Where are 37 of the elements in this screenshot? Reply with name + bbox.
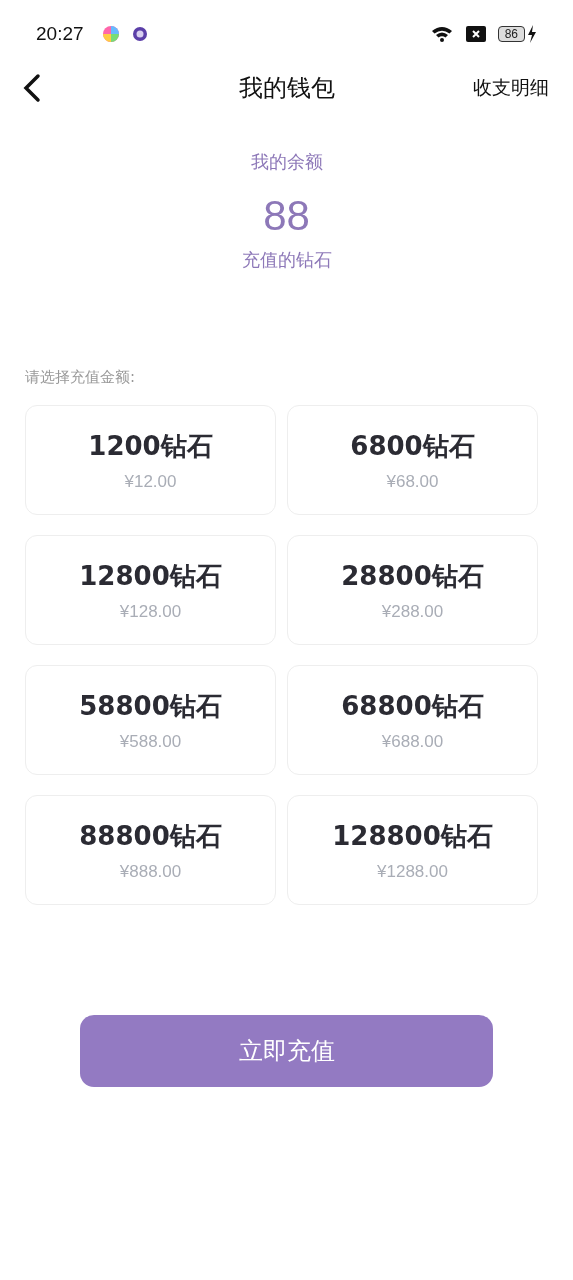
balance-unit: 充值的钻石 xyxy=(241,248,332,272)
package-price: ¥588.00 xyxy=(119,731,182,752)
app-icon xyxy=(101,25,120,43)
diamond-amount: 128800钻石 xyxy=(332,819,493,853)
package-card[interactable]: 12800钻石 ¥128.00 xyxy=(25,535,276,645)
page-title: 我的钱包 xyxy=(238,74,335,102)
back-button[interactable] xyxy=(22,73,42,103)
package-price: ¥888.00 xyxy=(119,861,182,882)
app-icon xyxy=(131,26,148,42)
diamond-amount: 1200钻石 xyxy=(88,429,213,463)
package-card[interactable]: 88800钻石 ¥888.00 xyxy=(25,795,276,905)
balance-label: 我的余额 xyxy=(250,150,323,174)
package-card[interactable]: 6800钻石 ¥68.00 xyxy=(287,405,538,515)
sim-off-icon xyxy=(465,26,486,42)
balance-amount: 88 xyxy=(263,192,310,240)
package-price: ¥68.00 xyxy=(386,471,439,492)
battery-indicator: 86 xyxy=(497,25,537,43)
transactions-link[interactable]: 收支明细 xyxy=(473,75,549,101)
package-price: ¥128.00 xyxy=(119,601,182,622)
package-card[interactable]: 1200钻石 ¥12.00 xyxy=(25,405,276,515)
status-time: 20:27 xyxy=(36,23,84,45)
recharge-button[interactable]: 立即充值 xyxy=(80,1015,493,1087)
diamond-amount: 88800钻石 xyxy=(79,819,222,853)
diamond-amount: 28800钻石 xyxy=(341,559,484,593)
package-card[interactable]: 58800钻石 ¥588.00 xyxy=(25,665,276,775)
package-price: ¥288.00 xyxy=(381,601,444,622)
package-price: ¥688.00 xyxy=(381,731,444,752)
diamond-amount: 58800钻石 xyxy=(79,689,222,723)
amount-prompt: 请选择充值金额: xyxy=(25,368,137,387)
diamond-amount: 6800钻石 xyxy=(350,429,475,463)
package-card[interactable]: 128800钻石 ¥1288.00 xyxy=(287,795,538,905)
package-price: ¥1288.00 xyxy=(377,861,448,882)
diamond-amount: 68800钻石 xyxy=(341,689,484,723)
diamond-amount: 12800钻石 xyxy=(79,559,222,593)
package-price: ¥12.00 xyxy=(124,471,177,492)
package-card[interactable]: 68800钻石 ¥688.00 xyxy=(287,665,538,775)
package-card[interactable]: 28800钻石 ¥288.00 xyxy=(287,535,538,645)
